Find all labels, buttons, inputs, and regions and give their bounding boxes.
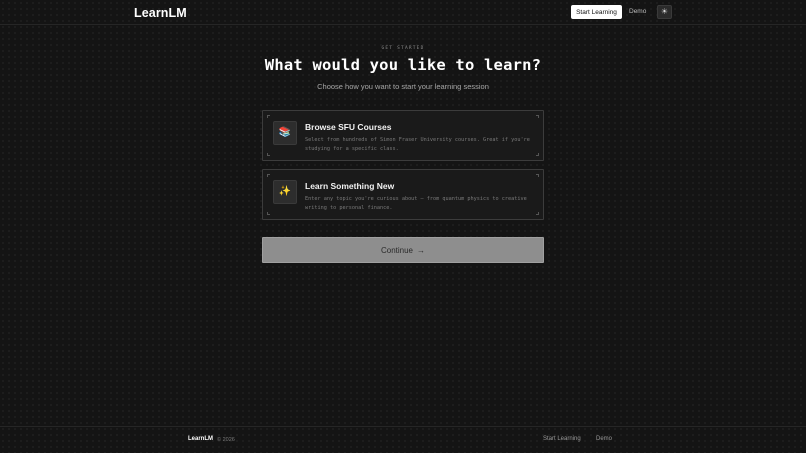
footer-copyright: © 2026 bbox=[217, 436, 235, 443]
corner-mark bbox=[267, 174, 270, 177]
app-logo[interactable]: LearnLM bbox=[134, 6, 187, 20]
corner-mark bbox=[536, 212, 539, 215]
corner-mark bbox=[536, 174, 539, 177]
corner-mark bbox=[536, 153, 539, 156]
browse-sfu-courses-option[interactable]: 📚 Browse SFU Courses Select from hundred… bbox=[262, 110, 544, 161]
books-icon: 📚 bbox=[273, 121, 297, 145]
continue-label: Continue bbox=[380, 245, 414, 255]
start-learning-button[interactable]: Start Learning bbox=[571, 5, 622, 19]
demo-link[interactable]: Demo bbox=[629, 5, 646, 19]
footer-demo-link[interactable]: Demo bbox=[596, 436, 612, 442]
learn-something-new-option[interactable]: ✨ Learn Something New Enter any topic yo… bbox=[262, 169, 544, 220]
corner-mark bbox=[267, 153, 270, 156]
sparkles-icon: ✨ bbox=[273, 180, 297, 204]
section-eyebrow: GET STARTED bbox=[381, 46, 425, 51]
sun-icon: ☀ bbox=[660, 7, 669, 16]
corner-mark bbox=[267, 212, 270, 215]
option-description: Select from hundreds of Simon Fraser Uni… bbox=[305, 137, 530, 152]
top-nav-bar: LearnLM Start Learning Demo ☀ bbox=[0, 0, 806, 25]
page-footer: LearnLM © 2026 Start Learning Demo bbox=[0, 426, 806, 453]
footer-start-learning-link[interactable]: Start Learning bbox=[543, 436, 581, 442]
corner-mark bbox=[536, 115, 539, 118]
option-description: Enter any topic you're curious about — f… bbox=[305, 196, 527, 211]
page-title: What would you like to learn? bbox=[264, 56, 542, 74]
page-subtitle: Choose how you want to start your learni… bbox=[317, 82, 489, 91]
continue-button[interactable]: Continue → bbox=[262, 237, 544, 263]
option-title: Browse SFU Courses bbox=[305, 122, 392, 132]
arrow-right-icon: → bbox=[417, 245, 426, 255]
theme-toggle-button[interactable]: ☀ bbox=[657, 5, 672, 19]
corner-mark bbox=[267, 115, 270, 118]
option-title: Learn Something New bbox=[305, 181, 395, 191]
footer-logo[interactable]: LearnLM bbox=[188, 436, 213, 442]
